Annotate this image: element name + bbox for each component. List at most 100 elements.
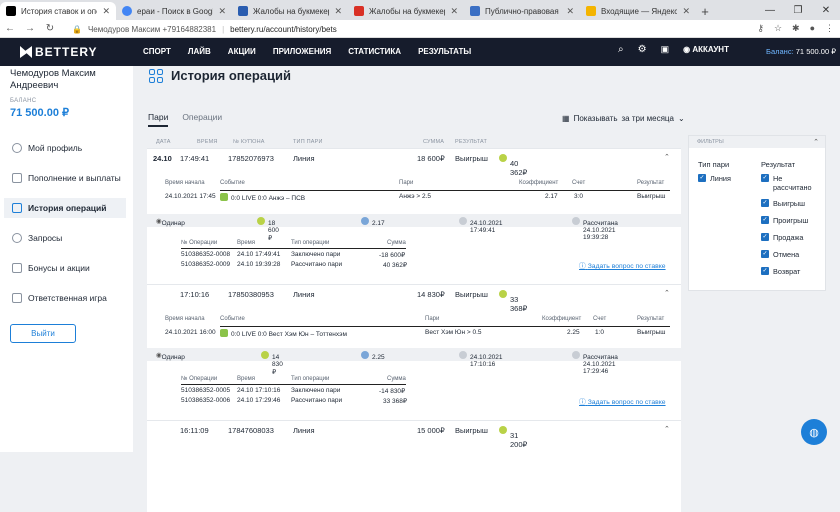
bettery-logo[interactable]: BETTERY [20, 45, 98, 59]
back-icon[interactable]: ← [0, 23, 20, 34]
browser-tab[interactable]: ераи - Поиск в Google ✕ [116, 2, 232, 20]
event-name-text: 0:0 LIVE 0:0 Анжэ – ПСВ [231, 195, 306, 202]
menu-live[interactable]: ЛАЙВ [188, 47, 211, 56]
chevron-up-icon[interactable]: ⌃ [664, 153, 670, 161]
coef-header: Коэффициент [519, 180, 559, 186]
sidebar-item-requests[interactable]: Запросы [4, 228, 126, 248]
account-button[interactable]: ◉ АККАУНТ [683, 45, 729, 54]
filter-result-unsettled[interactable]: ✓ Не рассчитано [761, 174, 819, 192]
maximize-icon[interactable]: ❐ [784, 0, 812, 20]
ordinar-settled: Рассчитана 24.10.2021 17:29:46 [572, 351, 618, 375]
browser-tab[interactable]: Жалобы на букмекерски ✕ [232, 2, 348, 20]
tab-title: История ставок и операци [21, 6, 97, 16]
filter-result-cancel[interactable]: ✓ Отмена [761, 250, 799, 259]
filters-panel: ФИЛЬТРЫ ⌃ Тип пари ✓ Линия Результат ✓ Не р… [688, 135, 826, 291]
sidebar-item-history[interactable]: История операций [4, 198, 126, 218]
bet-date: 24.10 [153, 154, 172, 163]
ask-question-link[interactable]: ⓘ Задать вопрос по ставке [579, 260, 666, 270]
chevron-up-icon[interactable]: ⌃ [664, 425, 670, 433]
extensions-icon[interactable]: ✱ [792, 23, 800, 34]
sidebar-item-profile[interactable]: Мой профиль [4, 138, 126, 158]
search-icon[interactable]: ⌕ [618, 44, 624, 55]
event-name: 0:0 LIVE 0:0 Анжэ – ПСВ [220, 193, 305, 202]
col-sum: СУММА [423, 139, 445, 145]
close-tab-icon[interactable]: ✕ [218, 6, 226, 17]
sidebar-item-payments[interactable]: Пополнение и выплаты [4, 168, 126, 188]
gift-icon [12, 263, 22, 273]
period-label: Показывать [573, 114, 618, 123]
bet-win-value: 33 368₽ [510, 295, 528, 313]
sidebar-item-responsible[interactable]: Ответственная игра [4, 288, 126, 308]
key-icon[interactable]: ⚷ [757, 23, 764, 34]
header-underline [181, 248, 406, 249]
close-tab-icon[interactable]: ✕ [682, 6, 690, 17]
forward-icon[interactable]: → [20, 23, 40, 34]
ordinar-coef-text: 2.25 [372, 354, 385, 361]
ordinar-row: ◉ Одинар 14 830 ₽ 2.25 24.10.2021 17:10:… [147, 348, 681, 376]
period-value: за три месяца [621, 114, 674, 123]
clock-icon [572, 351, 580, 359]
browser-tab[interactable]: Входящие — Яндекс.Почт ✕ [580, 2, 696, 20]
new-tab-button[interactable]: + [696, 2, 714, 20]
bet-row[interactable]: 17:10:16 17850380953 Линия 14 830₽ Выигр… [147, 284, 681, 313]
cart-icon[interactable]: ▣ [661, 44, 670, 55]
event-pari: Вест Хэм Юн > 0.5 [425, 329, 482, 336]
browser-tab[interactable]: Жалобы на букмекерски ✕ [348, 2, 464, 20]
bet-row[interactable]: 24.10 17:49:41 17852076973 Линия 18 600₽… [147, 148, 681, 177]
clock-icon [459, 351, 467, 359]
sidebar-item-label: Пополнение и выплаты [28, 173, 121, 183]
filter-label: Отмена [773, 250, 800, 259]
menu-statistics[interactable]: СТАТИСТИКА [348, 47, 401, 56]
col-result: РЕЗУЛЬТАТ [455, 139, 488, 145]
op-time: 24.10 17:49:41 [237, 251, 281, 258]
filter-result-sale[interactable]: ✓ Продажа [761, 233, 803, 242]
close-window-icon[interactable]: ✕ [812, 0, 840, 20]
ask-question-link[interactable]: ⓘ Задать вопрос по ставке [579, 396, 666, 406]
header-balance[interactable]: Баланс: 71 500.00 ₽ [766, 47, 836, 56]
ordinar-coef: 2.25 [361, 351, 385, 361]
browser-tab[interactable]: История ставок и операци ✕ [0, 2, 116, 20]
coin-icon [257, 217, 265, 225]
event-name-text: 0:0 LIVE 0:0 Вест Хэм Юн – Тоттенхэм [231, 331, 347, 338]
url-field[interactable]: 🔒 Чемодуров Максим +79164882381 | better… [72, 22, 742, 36]
filter-result-win[interactable]: ✓ Выигрыш [761, 199, 805, 208]
minimize-icon[interactable]: — [756, 0, 784, 20]
filter-result-loss[interactable]: ✓ Проигрыш [761, 216, 808, 225]
close-tab-icon[interactable]: ✕ [450, 6, 458, 17]
col-type: ТИП ПАРИ [293, 139, 323, 145]
tab-favicon [238, 6, 248, 16]
gear-icon[interactable]: ⚙ [638, 44, 647, 55]
logout-button[interactable]: Выйти [10, 324, 76, 343]
filter-result-refund[interactable]: ✓ Возврат [761, 267, 800, 276]
op-sum-header: Сумма [387, 240, 406, 246]
menu-promos[interactable]: АКЦИИ [228, 47, 256, 56]
chevron-up-icon[interactable]: ⌃ [664, 289, 670, 297]
reload-icon[interactable]: ↻ [40, 23, 60, 34]
close-tab-icon[interactable]: ✕ [334, 6, 342, 17]
filter-type-line[interactable]: ✓ Линия [698, 174, 731, 183]
chevron-up-icon[interactable]: ⌃ [813, 138, 819, 146]
tab-operations[interactable]: Операции [182, 112, 222, 127]
bet-row[interactable]: 16:11:09 17847608033 Линия 15 000₽ Выигр… [147, 420, 681, 449]
sidebar-item-label: Бонусы и акции [28, 263, 90, 273]
browser-tab[interactable]: Публично-правовая комп ✕ [464, 2, 580, 20]
tab-bets[interactable]: Пари [148, 112, 169, 127]
profile-icon[interactable]: ● [810, 23, 815, 34]
filter-label: Возврат [773, 267, 801, 276]
filters-header[interactable]: ФИЛЬТРЫ ⌃ [689, 136, 825, 148]
chat-button[interactable]: ◍ [801, 419, 827, 445]
period-selector[interactable]: ▦ Показывать за три месяца ⌄ [562, 114, 685, 123]
menu-dots-icon[interactable]: ⋮ [825, 23, 834, 34]
menu-sport[interactable]: СПОРТ [143, 47, 171, 56]
close-tab-icon[interactable]: ✕ [102, 6, 110, 17]
lock-icon [12, 293, 22, 303]
pari-header: Пари [399, 180, 414, 186]
ask-question-text: Задать вопрос по ставке [587, 263, 666, 270]
sidebar-item-bonuses[interactable]: Бонусы и акции [4, 258, 126, 278]
menu-apps[interactable]: ПРИЛОЖЕНИЯ [273, 47, 331, 56]
bookmark-star-icon[interactable]: ☆ [774, 23, 782, 34]
close-tab-icon[interactable]: ✕ [566, 6, 574, 17]
tab-title: Публично-правовая комп [485, 6, 561, 16]
ordinar-coef: 2.17 [361, 217, 385, 227]
menu-results[interactable]: РЕЗУЛЬТАТЫ [418, 47, 471, 56]
